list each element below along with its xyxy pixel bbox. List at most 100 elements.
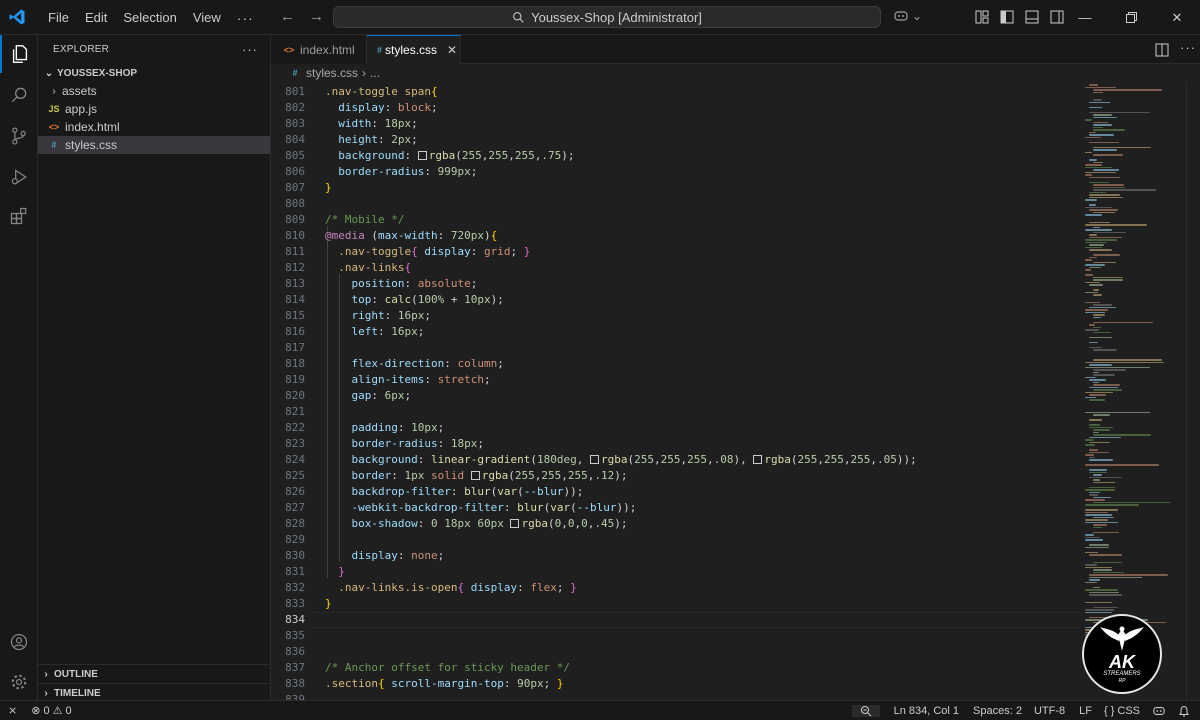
command-center[interactable]: Youssex-Shop [Administrator]	[333, 6, 881, 28]
code-line[interactable]: 815 right: 16px;	[271, 308, 1081, 324]
code-line[interactable]: 802 display: block;	[271, 100, 1081, 116]
code-line[interactable]: 825 border: 1px solid rgba(255,255,255,.…	[271, 468, 1081, 484]
css-file-icon: #	[292, 68, 298, 78]
code-line[interactable]: 811 .nav-toggle{ display: grid; }	[271, 244, 1081, 260]
language-mode[interactable]: { } CSS	[1098, 705, 1146, 717]
minimap[interactable]	[1081, 82, 1186, 700]
activity-extensions[interactable]	[0, 197, 38, 235]
code-line[interactable]: 805 background: rgba(255,255,255,.75);	[271, 148, 1081, 164]
code-line[interactable]: 829	[271, 532, 1081, 548]
code-line[interactable]: 836	[271, 644, 1081, 660]
code-line[interactable]: 810 @media (max-width: 720px){	[271, 228, 1081, 244]
encoding[interactable]: UTF-8	[1028, 705, 1071, 717]
code-line[interactable]: 824 background: linear-gradient(180deg, …	[271, 452, 1081, 468]
code-line[interactable]: 816 left: 16px;	[271, 324, 1081, 340]
minimize-button[interactable]: —	[1062, 0, 1108, 35]
code-line[interactable]: 808	[271, 196, 1081, 212]
code-line[interactable]: 817	[271, 340, 1081, 356]
code-line[interactable]: 837 /* Anchor offset for sticky header */	[271, 660, 1081, 676]
activity-search[interactable]	[0, 76, 38, 114]
code-line[interactable]: 809 /* Mobile */	[271, 212, 1081, 228]
code-line[interactable]: 828 box-shadow: 0 18px 60px rgba(0,0,0,.…	[271, 516, 1081, 532]
code-line[interactable]: 827 -webkit-backdrop-filter: blur(var(--…	[271, 500, 1081, 516]
code-line[interactable]: 803 width: 18px;	[271, 116, 1081, 132]
code-line[interactable]: 833}	[271, 596, 1081, 612]
breadcrumb-more[interactable]: ...	[370, 66, 380, 80]
breadcrumb-file[interactable]: styles.css	[306, 66, 358, 80]
customize-layout-icon[interactable]	[974, 9, 990, 25]
vertical-scrollbar[interactable]	[1186, 82, 1200, 700]
indentation[interactable]: Spaces: 2	[965, 705, 1028, 717]
activity-manage[interactable]	[0, 663, 38, 701]
copilot-menu[interactable]: ⌄	[893, 9, 922, 23]
outline-section-header[interactable]: › OUTLINE	[38, 664, 270, 683]
code-line[interactable]: 819 align-items: stretch;	[271, 372, 1081, 388]
editor-more-actions-button[interactable]: ···	[1180, 40, 1196, 55]
tab-index-html[interactable]: <> index.html	[271, 35, 367, 64]
close-window-button[interactable]: ✕	[1154, 0, 1200, 35]
code-line[interactable]: 826 backdrop-filter: blur(var(--blur));	[271, 484, 1081, 500]
code-line[interactable]: 801 .nav-toggle span{	[271, 84, 1081, 100]
zoom-button[interactable]	[851, 704, 880, 717]
braces-icon: { }	[1103, 704, 1115, 717]
tree-item-assets[interactable]: › assets	[38, 82, 270, 100]
tree-item-app-js[interactable]: JS app.js	[38, 100, 270, 118]
command-center-label: Youssex-Shop [Administrator]	[531, 9, 702, 25]
code-line[interactable]: 818 flex-direction: column;	[271, 356, 1081, 372]
code-line[interactable]: 830 display: none;	[271, 548, 1081, 564]
tree-item-styles-css[interactable]: # styles.css	[38, 136, 270, 154]
activity-explorer[interactable]	[0, 35, 38, 73]
code-editor[interactable]: 801 .nav-toggle span{802 display: block; 8…	[271, 82, 1081, 700]
code-line[interactable]: 822 padding: 10px;	[271, 420, 1081, 436]
menu-view[interactable]: View	[185, 0, 229, 35]
code-line[interactable]: 820 gap: 6px;	[271, 388, 1081, 404]
activity-source-control[interactable]	[0, 117, 38, 155]
explorer-more-actions-button[interactable]: ···	[242, 42, 258, 57]
breadcrumb: # styles.css › ...	[271, 64, 1200, 82]
end-of-line[interactable]: LF	[1071, 705, 1098, 717]
menu-selection[interactable]: Selection	[115, 0, 184, 35]
minimap-line	[1085, 546, 1109, 548]
toggle-primary-sidebar-icon[interactable]	[999, 9, 1015, 25]
menu-file[interactable]: File	[40, 0, 77, 35]
tree-item-index-html[interactable]: <> index.html	[38, 118, 270, 136]
code-line[interactable]: 804 height: 2px;	[271, 132, 1081, 148]
code-text: /* Mobile */	[325, 213, 405, 226]
copilot-status[interactable]	[1146, 705, 1172, 717]
cursor-position[interactable]: Ln 834, Col 1	[880, 705, 965, 717]
code-line[interactable]: 823 border-radius: 18px;	[271, 436, 1081, 452]
code-line[interactable]: 812 .nav-links{	[271, 260, 1081, 276]
code-line[interactable]: 821	[271, 404, 1081, 420]
activity-run-debug[interactable]	[0, 158, 38, 196]
code-line[interactable]: 835	[271, 628, 1081, 644]
go-back-icon[interactable]: ←	[280, 8, 295, 25]
code-text: left: 16px;	[351, 325, 425, 338]
menu-more-button[interactable]: ···	[229, 10, 262, 26]
minimap-line	[1085, 376, 1096, 378]
code-line[interactable]: 831 }	[271, 564, 1081, 580]
minimap-line	[1089, 176, 1121, 178]
menu-edit[interactable]: Edit	[77, 0, 115, 35]
close-tab-icon[interactable]: ✕	[447, 43, 457, 57]
code-line[interactable]: 814 top: calc(100% + 10px);	[271, 292, 1081, 308]
minimap-line	[1093, 226, 1100, 228]
root-folder[interactable]: ⌄ YOUSSEX-SHOP	[38, 64, 270, 82]
code-line[interactable]: 838 .section{ scroll-margin-top: 90px; }	[271, 676, 1081, 692]
restore-button[interactable]	[1108, 0, 1154, 35]
tab-styles-css[interactable]: # styles.css ✕	[367, 35, 461, 64]
toggle-panel-icon[interactable]	[1024, 9, 1040, 25]
code-line[interactable]: 807}	[271, 180, 1081, 196]
menu-bar: File Edit Selection View ···	[40, 0, 262, 35]
problems-button[interactable]: ⊗ 0 ⚠ 0	[25, 704, 77, 718]
activity-accounts[interactable]	[0, 623, 38, 661]
code-line[interactable]: 834	[271, 612, 1081, 628]
minimap-line	[1089, 579, 1101, 581]
code-line[interactable]: 832 .nav-links.is-open{ display: flex; }	[271, 580, 1081, 596]
code-line[interactable]: 813 position: absolute;	[271, 276, 1081, 292]
code-line[interactable]: 839	[271, 692, 1081, 700]
code-line[interactable]: 806 border-radius: 999px;	[271, 164, 1081, 180]
split-editor-icon[interactable]	[1155, 43, 1169, 57]
remote-button[interactable]: ⨯	[0, 704, 25, 717]
notifications-button[interactable]	[1172, 705, 1200, 717]
go-forward-icon[interactable]: →	[309, 8, 324, 25]
